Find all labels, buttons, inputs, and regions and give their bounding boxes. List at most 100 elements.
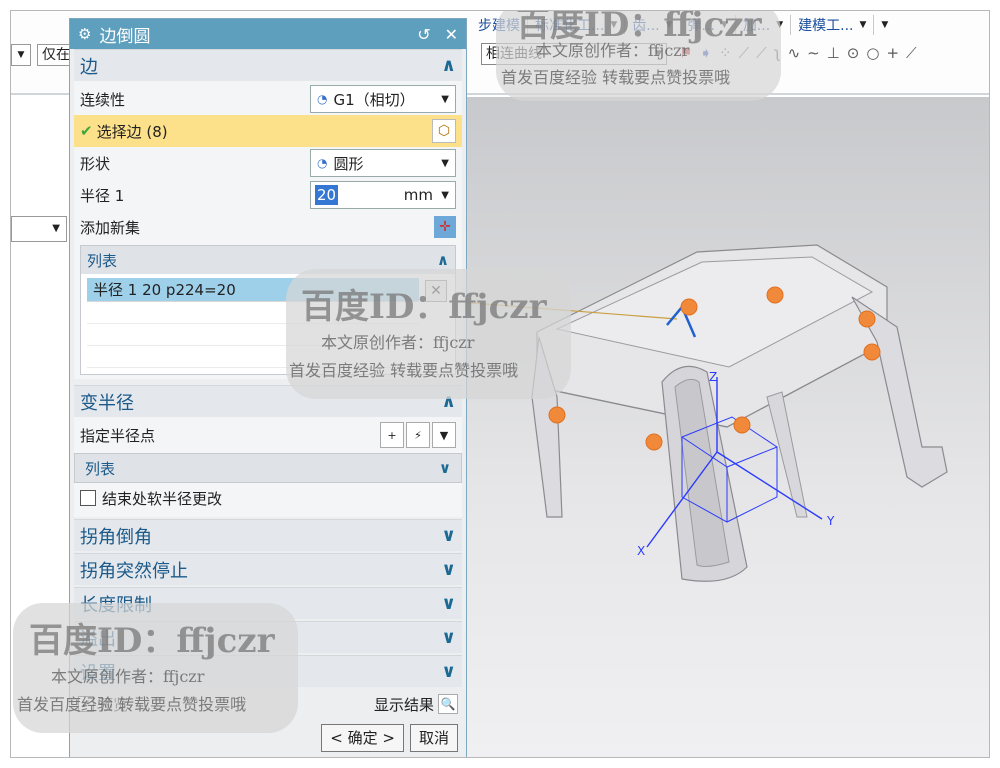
var-radius-list-header[interactable]: 列表 ∨ xyxy=(74,453,462,483)
axis-z-label: Z xyxy=(709,370,717,384)
add-set-icon[interactable]: ✛ xyxy=(434,216,456,238)
dialog-title: 边倒圆 xyxy=(99,26,151,47)
section-edge-body: 连续性 ◔ G1（相切） ▼ ✔ 选择边 (8) ⬡ 形状 ◔ 圆形 ▼ 半径 … xyxy=(74,81,462,379)
menu-gear[interactable]: 齿... ▼ xyxy=(625,15,681,35)
model-drawing: Z Y X xyxy=(467,244,948,582)
left-dropdown[interactable]: ▼ xyxy=(11,216,67,242)
chevron-down-icon: ▼ xyxy=(881,20,889,30)
snap-point-icon[interactable]: ⚑ xyxy=(679,44,692,62)
shape-label: 形状 xyxy=(80,154,111,173)
section-length-limit[interactable]: 长度限制 ∨ xyxy=(74,587,462,619)
chevron-down-icon: ▼ xyxy=(776,20,784,30)
menu-modeling-tools[interactable]: 建模工... ▼ xyxy=(791,15,875,35)
snap-wave-icon[interactable]: ∼ xyxy=(807,44,820,62)
chevron-up-icon: ∧ xyxy=(441,391,456,412)
snap-toolbar: ⚑ ➧ ⁘ ⟋ ⟋ ʅ ∿ ∼ ⊥ ⊙ ○ + ⟋ xyxy=(679,44,917,62)
preview-checkbox[interactable]: ✓ xyxy=(78,696,94,712)
chevron-down-icon: ∨ xyxy=(441,593,456,614)
menu-sync-modeling[interactable]: 步建模 xyxy=(471,15,528,35)
snap-curve-icon[interactable]: ʅ xyxy=(774,44,781,62)
shape-row: 形状 ◔ 圆形 ▼ xyxy=(80,147,456,179)
chevron-down-icon: ∨ xyxy=(441,661,456,682)
ribbon-menu: 步建模 标准化工... ▼ 齿... ▼ 弹... ▼ 加... ▼ 建模工... ▼ ▼ xyxy=(471,14,895,36)
snap-intersect-icon[interactable]: ⊥ xyxy=(827,44,840,62)
chevron-up-icon: ∧ xyxy=(436,251,449,269)
reset-icon[interactable]: ↺ xyxy=(417,25,430,44)
section-corner-stop[interactable]: 拐角突然停止 ∨ xyxy=(74,553,462,585)
menu-add[interactable]: 加... ▼ xyxy=(736,15,792,35)
chevron-down-icon: ∨ xyxy=(441,525,456,546)
section-var-radius-header[interactable]: 变半径 ∧ xyxy=(74,385,462,417)
cube-select-icon[interactable]: ⬡ xyxy=(432,119,456,143)
dialog-title-bar: ⚙ 边倒圆 ↺ ✕ xyxy=(70,19,466,49)
snap-grid-icon[interactable]: ⁘ xyxy=(719,44,732,62)
chevron-down-icon: ▼ xyxy=(17,50,25,60)
graphics-viewport[interactable]: Z Y X xyxy=(467,97,989,757)
gear-icon[interactable]: ⚙ xyxy=(78,25,91,43)
chevron-down-icon: ▼ xyxy=(665,20,673,30)
menu-spring[interactable]: 弹... ▼ xyxy=(681,15,736,35)
point-tools: + ⚡ ▼ xyxy=(380,422,456,448)
axis-x-label: X xyxy=(637,544,645,558)
chevron-down-icon: ▼ xyxy=(655,49,662,59)
remove-icon[interactable]: ✕ xyxy=(425,280,447,302)
section-settings[interactable]: 设置 ∨ xyxy=(74,655,462,687)
section-overflow[interactable]: 溢出 ∨ xyxy=(74,621,462,653)
search-icon: 🔍 xyxy=(438,694,458,714)
edge-list: 列表 ∧ 半径 1 20 p224=20 ✕ xyxy=(80,245,456,375)
window-frame: 步建模 标准化工... ▼ 齿... ▼ 弹... ▼ 加... ▼ 建模工... ▼ ▼… xyxy=(10,10,990,758)
snap-plus-icon[interactable]: + xyxy=(886,44,899,62)
chevron-down-icon: ∨ xyxy=(441,559,456,580)
snap-line-icon[interactable]: ⟋ xyxy=(739,44,750,62)
snap-spline-icon[interactable]: ∿ xyxy=(788,44,801,62)
radius-row: 半径 1 20 mm ▼ xyxy=(80,179,456,211)
filter-dropdown[interactable]: ▼ xyxy=(11,44,31,66)
chevron-down-icon: ∨ xyxy=(438,459,451,477)
add-set-label: 添加新集 xyxy=(80,218,141,237)
list-item[interactable]: 半径 1 20 p224=20 xyxy=(87,278,419,302)
snap-line2-icon[interactable]: ⟋ xyxy=(756,44,767,62)
add-set-row: 添加新集 ✛ xyxy=(80,211,456,243)
select-edge-row[interactable]: ✔ 选择边 (8) ⬡ xyxy=(74,115,462,147)
shape-icon: ◔ xyxy=(317,156,328,170)
section-edge-header[interactable]: 边 ∧ xyxy=(74,49,462,81)
edge-list-body: 半径 1 20 p224=20 ✕ xyxy=(81,274,455,374)
point-infer-icon[interactable]: ⚡ xyxy=(406,422,430,448)
axis-y-label: Y xyxy=(826,514,835,528)
show-result-button[interactable]: 显示结果 🔍 xyxy=(374,694,458,715)
continuity-label: 连续性 xyxy=(80,90,126,109)
chevron-down-icon: ▼ xyxy=(441,93,449,105)
continuity-icon: ◔ xyxy=(317,92,328,106)
dialog-buttons: < 确定 > 取消 xyxy=(74,721,462,755)
edge-blend-dialog: ⚙ 边倒圆 ↺ ✕ 边 ∧ 连续性 ◔ G1（相切） ▼ ✔ 选择边 (8) ⬡… xyxy=(69,18,467,757)
snap-slash-icon[interactable]: ⟋ xyxy=(906,44,917,62)
curve-rule-select[interactable]: 相连曲线 ▼ xyxy=(481,43,667,65)
menu-standard-parts[interactable]: 标准化工... ▼ xyxy=(528,15,626,35)
checkmark-icon: ✔ xyxy=(80,122,93,140)
menu-more[interactable]: ▼ xyxy=(874,15,895,35)
ok-button[interactable]: < 确定 > xyxy=(321,724,404,752)
soft-change-row: 结束处软半径更改 xyxy=(80,483,456,513)
preview-label: 预览 xyxy=(98,695,129,714)
soft-change-checkbox[interactable] xyxy=(80,490,96,506)
select-edge-label: 选择边 (8) xyxy=(96,122,168,141)
radius-point-row: 指定半径点 + ⚡ ▼ xyxy=(80,419,456,451)
radius-point-label: 指定半径点 xyxy=(80,426,156,445)
snap-arrow-icon[interactable]: ➧ xyxy=(699,44,712,62)
radius-input[interactable]: 20 mm ▼ xyxy=(310,181,456,209)
chevron-down-icon: ▼ xyxy=(441,157,449,169)
chevron-down-icon: ▼ xyxy=(859,20,867,30)
snap-quadrant-icon[interactable]: ○ xyxy=(866,44,879,62)
section-corner-chamfer[interactable]: 拐角倒角 ∨ xyxy=(74,519,462,551)
shape-select[interactable]: ◔ 圆形 ▼ xyxy=(310,149,456,177)
snap-center-icon[interactable]: ⊙ xyxy=(847,44,860,62)
point-dialog-icon[interactable]: + xyxy=(380,422,404,448)
continuity-select[interactable]: ◔ G1（相切） ▼ xyxy=(310,85,456,113)
chevron-down-icon: ▼ xyxy=(720,20,728,30)
continuity-row: 连续性 ◔ G1（相切） ▼ xyxy=(80,83,456,115)
chevron-down-icon: ∨ xyxy=(441,627,456,648)
chevron-down-icon[interactable]: ▼ xyxy=(432,422,456,448)
close-icon[interactable]: ✕ xyxy=(445,25,458,44)
edge-list-header[interactable]: 列表 ∧ xyxy=(81,246,455,274)
cancel-button[interactable]: 取消 xyxy=(409,724,458,752)
